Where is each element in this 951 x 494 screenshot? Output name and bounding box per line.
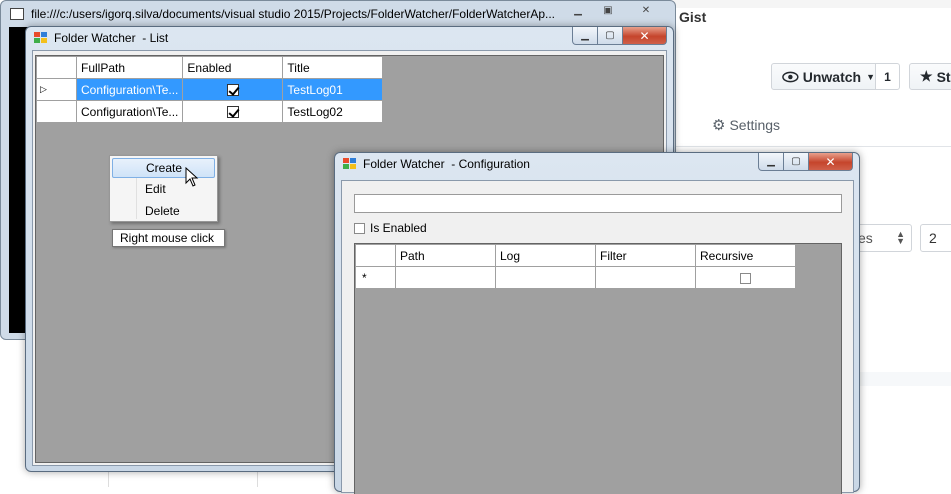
caret-down-icon: ▼: [866, 71, 875, 82]
minimize-button[interactable]: ▁: [567, 4, 589, 18]
title-cell[interactable]: TestLog01: [282, 78, 384, 101]
minimize-button[interactable]: ▁: [572, 27, 598, 45]
minimize-button[interactable]: ▁: [758, 153, 784, 171]
star-button[interactable]: ★ St: [909, 63, 951, 90]
maximize-button[interactable]: ▢: [784, 153, 809, 171]
gist-label: Gist: [679, 9, 707, 25]
row-header-corner: [36, 56, 77, 79]
divider: [660, 146, 951, 147]
column-header[interactable]: Title: [282, 56, 384, 79]
console-icon: [10, 8, 24, 20]
tooltip: Right mouse click: [112, 229, 225, 247]
is-enabled-option[interactable]: Is Enabled: [354, 221, 427, 235]
menu-item-edit[interactable]: Edit: [112, 179, 215, 199]
maximize-icon: ▢: [605, 30, 615, 41]
list-table: FullPath Enabled Title ▷ Configuration\T…: [36, 56, 384, 123]
list-window-title: Folder Watcher - List: [54, 31, 169, 45]
background-band: [860, 372, 951, 386]
column-header[interactable]: FullPath: [75, 56, 184, 79]
fullpath-cell[interactable]: Configuration\Te...: [75, 78, 184, 101]
browser-top-strip: [660, 0, 951, 8]
table-row[interactable]: Configuration\Te... TestLog02: [36, 100, 384, 123]
column-header[interactable]: Log: [495, 244, 596, 267]
app-icon: [343, 158, 357, 170]
is-enabled-label: Is Enabled: [370, 221, 427, 235]
config-grid[interactable]: Path Log Filter Recursive *: [354, 243, 842, 494]
tab-settings[interactable]: ⚙ Settings: [712, 116, 780, 134]
row-selector[interactable]: [36, 100, 77, 123]
enabled-checkbox[interactable]: [226, 84, 239, 97]
title-cell[interactable]: TestLog02: [282, 100, 384, 123]
table-header: FullPath Enabled Title: [36, 56, 384, 79]
sort-select-value: es: [858, 230, 873, 246]
table-row[interactable]: ▷ Configuration\Te... TestLog01: [36, 78, 384, 101]
enabled-cell[interactable]: [182, 78, 284, 101]
close-button[interactable]: ✕: [635, 4, 657, 18]
recursive-cell[interactable]: [695, 266, 796, 289]
close-icon: ✕: [825, 154, 836, 169]
row-selector[interactable]: ▷: [36, 78, 77, 101]
app-icon: [34, 32, 48, 44]
console-title: file:///c:/users/igorq.silva/documents/v…: [31, 7, 555, 21]
maximize-icon: ▢: [791, 156, 801, 167]
star-icon: ★: [920, 68, 933, 84]
enabled-cell[interactable]: [182, 100, 284, 123]
maximize-button[interactable]: ▣: [597, 4, 619, 18]
name-field[interactable]: [354, 194, 842, 213]
config-table: Path Log Filter Recursive *: [355, 244, 796, 289]
config-client-area: Is Enabled Path Log Filter Recursive *: [341, 180, 854, 494]
background-lines: [108, 470, 258, 487]
table-row[interactable]: *: [355, 266, 796, 289]
log-cell[interactable]: [495, 266, 596, 289]
gear-icon: ⚙: [712, 117, 726, 134]
column-header[interactable]: Enabled: [182, 56, 284, 79]
recursive-checkbox[interactable]: [740, 272, 751, 284]
star-label: St: [936, 68, 951, 85]
close-button[interactable]: ✕: [809, 153, 853, 171]
row-header-corner: [355, 244, 396, 267]
close-button[interactable]: ✕: [623, 27, 667, 45]
count-select[interactable]: 2: [920, 224, 951, 252]
close-icon: ✕: [639, 28, 650, 43]
column-header[interactable]: Filter: [595, 244, 696, 267]
enabled-checkbox[interactable]: [226, 106, 239, 119]
eye-icon: [782, 71, 799, 82]
menu-item-create[interactable]: Create: [112, 158, 215, 178]
config-window-title: Folder Watcher - Configuration: [363, 157, 530, 171]
watch-count[interactable]: 1: [875, 63, 900, 90]
row-pointer-icon: ▷: [40, 84, 47, 94]
sort-select[interactable]: es ▲ ▼: [852, 224, 912, 252]
unwatch-label: Unwatch: [802, 68, 862, 85]
mouse-cursor-icon: [185, 167, 199, 187]
minimize-icon: ▁: [767, 156, 775, 167]
new-row-marker: *: [355, 266, 396, 289]
minimize-icon: ▁: [581, 30, 589, 41]
unwatch-button[interactable]: Unwatch ▼: [771, 63, 876, 90]
config-window[interactable]: Folder Watcher - Configuration ▁ ▢ ✕ Is …: [334, 152, 860, 494]
settings-label: Settings: [729, 117, 781, 133]
menu-item-delete[interactable]: Delete: [112, 201, 215, 221]
column-header[interactable]: Path: [395, 244, 496, 267]
path-cell[interactable]: [395, 266, 496, 289]
is-enabled-checkbox[interactable]: [354, 222, 365, 234]
fullpath-cell[interactable]: Configuration\Te...: [75, 100, 184, 123]
table-header: Path Log Filter Recursive: [355, 244, 796, 267]
maximize-button[interactable]: ▢: [598, 27, 623, 45]
select-arrows-icon: ▲ ▼: [896, 229, 905, 246]
column-header[interactable]: Recursive: [695, 244, 796, 267]
filter-cell[interactable]: [595, 266, 696, 289]
context-menu: Create Edit Delete: [109, 155, 218, 222]
